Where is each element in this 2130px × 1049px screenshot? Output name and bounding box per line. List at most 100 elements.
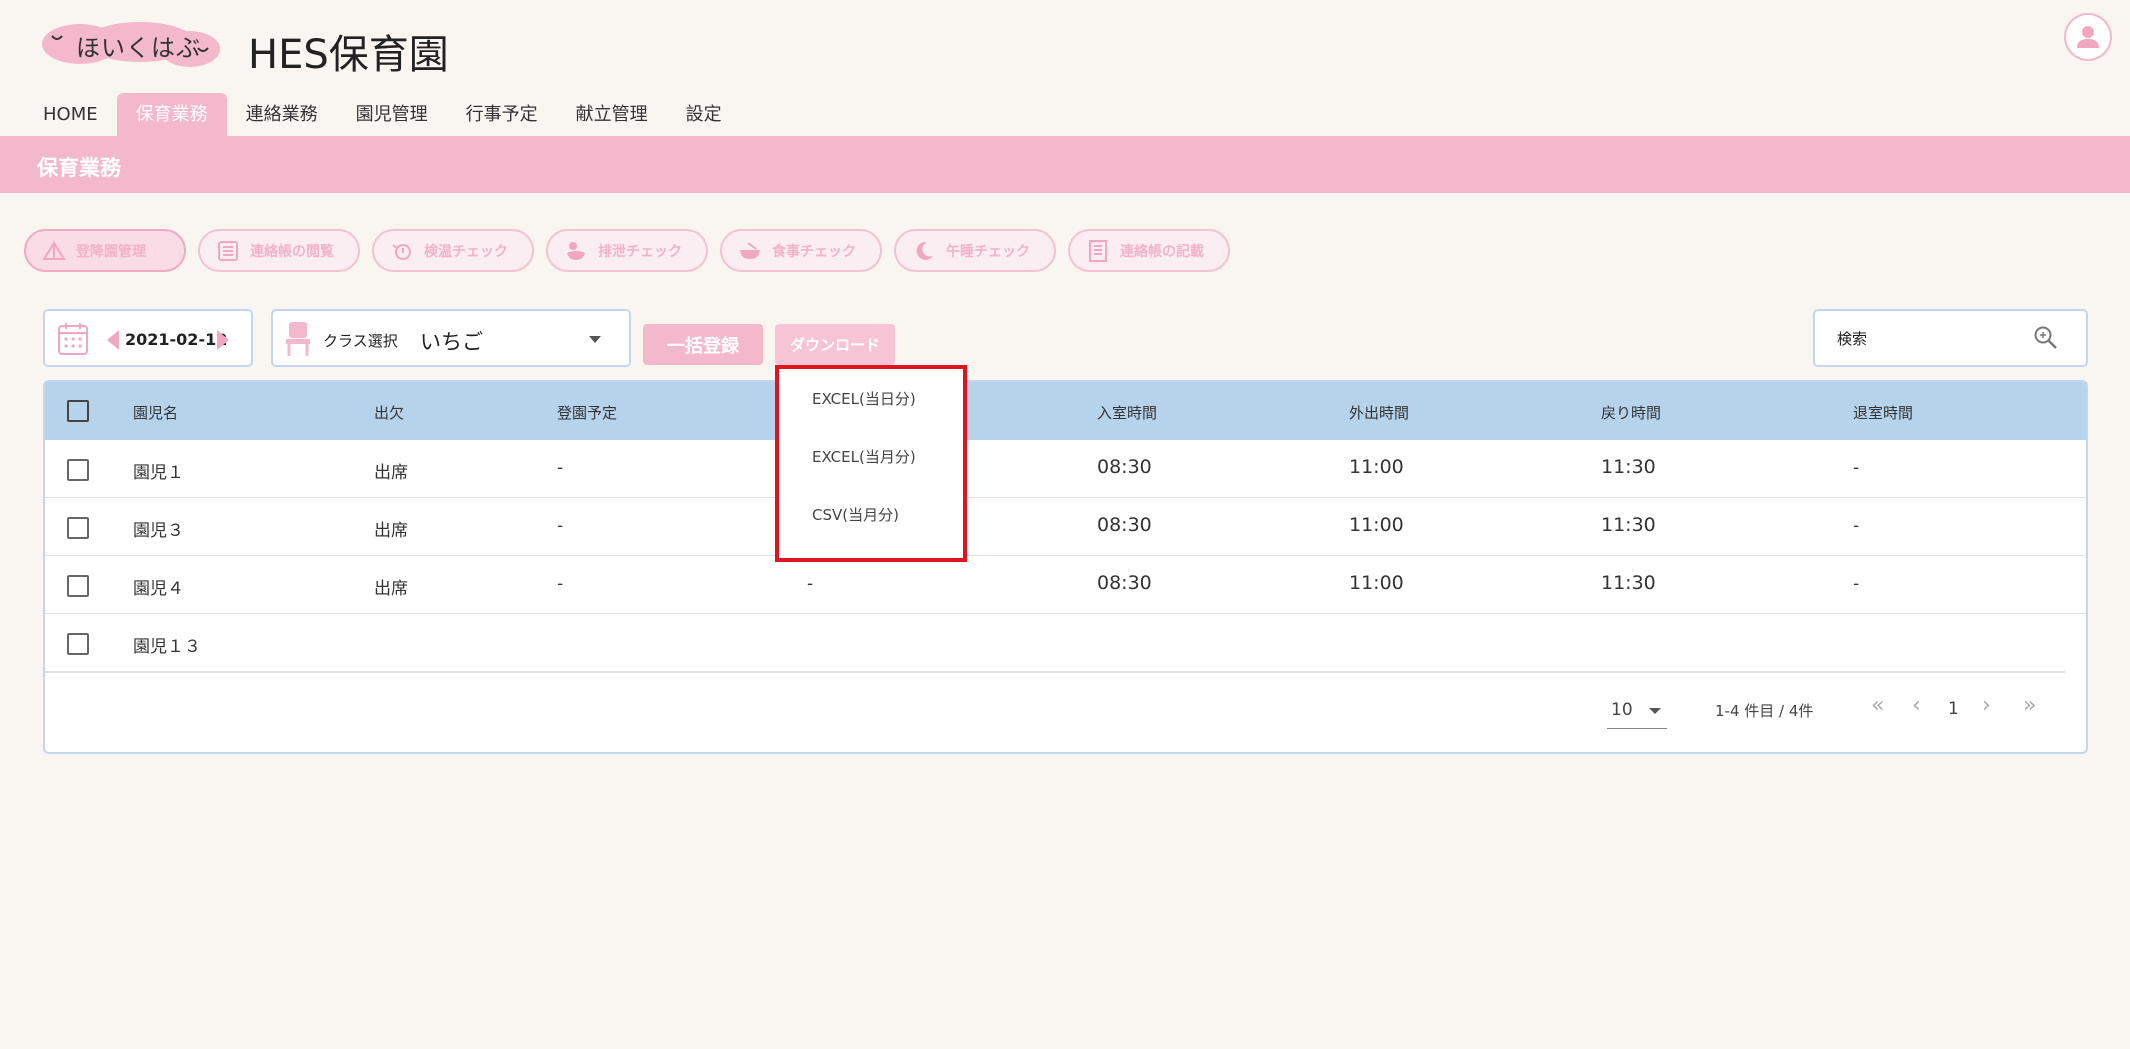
cell-leave-time: - (1853, 458, 1860, 478)
class-select[interactable]: クラス選択 いちご (271, 309, 631, 367)
next-page-icon[interactable]: › (1982, 693, 1991, 718)
pill-label: 排泄チェック (598, 243, 682, 260)
date-picker: 2021-02-12 (43, 309, 253, 367)
col-header-name[interactable]: 園児名 (133, 402, 178, 423)
download-button[interactable]: ダウンロード (775, 324, 895, 365)
search-input[interactable] (1837, 327, 2027, 351)
cell-entry-time: 08:30 (1097, 572, 1152, 594)
cell-return-time: 11:30 (1601, 514, 1656, 536)
main-nav: HOME 保育業務 連絡業務 園児管理 行事予定 献立管理 設定 (24, 93, 741, 136)
col-header-out-time[interactable]: 外出時間 (1349, 402, 1409, 423)
pill-label: 登降園管理 (76, 243, 146, 260)
table-header: 園児名 出欠 登園予定 入室時間 外出時間 戻り時間 退室時間 (45, 382, 2086, 440)
download-excel-month[interactable]: EXCEL(当月分) (779, 427, 963, 485)
section-header: 保育業務 (0, 136, 2130, 193)
table-row[interactable]: 園児４ 出席 - - 08:30 11:00 11:30 - (45, 556, 2086, 614)
search-field (1813, 309, 2088, 367)
search-icon[interactable] (2033, 325, 2059, 351)
select-all-checkbox[interactable] (67, 400, 89, 422)
rows-per-page-value: 10 (1611, 700, 1633, 720)
nav-tab-menu[interactable]: 献立管理 (557, 93, 667, 136)
nav-tab-contact[interactable]: 連絡業務 (227, 93, 337, 136)
list-icon (218, 240, 238, 261)
user-avatar-button[interactable] (2064, 13, 2112, 61)
row-checkbox[interactable] (67, 517, 89, 539)
rows-per-page-select[interactable]: 10 (1607, 697, 1667, 729)
nav-tab-childcare[interactable]: 保育業務 (116, 93, 227, 136)
chevron-down-icon (589, 336, 601, 343)
table-row[interactable]: 園児１ 出席 - 08:30 11:00 11:30 - (45, 440, 2086, 498)
nav-tab-children[interactable]: 園児管理 (337, 93, 447, 136)
section-title: 保育業務 (37, 156, 121, 180)
download-csv-month[interactable]: CSV(当月分) (779, 485, 963, 543)
col-header-return-time[interactable]: 戻り時間 (1601, 402, 1661, 423)
calendar-icon[interactable] (57, 322, 89, 356)
cell-name: 園児１ (133, 463, 184, 483)
last-page-icon[interactable]: » (2023, 693, 2036, 718)
col-header-entry-time[interactable]: 入室時間 (1097, 402, 1157, 423)
tent-icon (42, 240, 66, 260)
row-checkbox[interactable] (67, 459, 89, 481)
nav-tab-home[interactable]: HOME (24, 93, 117, 136)
duck-icon (567, 241, 585, 260)
next-date-arrow-icon[interactable] (217, 330, 229, 350)
cell-scheduled: - (557, 458, 564, 478)
cell-attendance: 出席 (374, 463, 408, 483)
col-header-leave-time[interactable]: 退室時間 (1853, 402, 1913, 423)
prev-date-arrow-icon[interactable] (107, 330, 119, 350)
notebook-icon (1089, 239, 1107, 262)
cell-out-time: 11:00 (1349, 514, 1404, 536)
pill-label: 連絡帳の閲覧 (250, 243, 334, 260)
bulk-register-button[interactable]: 一括登録 (643, 324, 763, 365)
thermometer-icon (392, 243, 411, 260)
menu-item-label: EXCEL(当月分) (812, 448, 916, 466)
cell-attendance: 出席 (374, 521, 408, 541)
current-page: 1 (1948, 699, 1959, 719)
logo: ほいくはぶ (40, 22, 222, 68)
attendance-management-button[interactable]: 登降園管理 (24, 229, 186, 272)
cell-name: 園児３ (133, 521, 184, 541)
col-header-attendance[interactable]: 出欠 (374, 402, 404, 423)
first-page-icon[interactable]: « (1871, 693, 1884, 718)
download-excel-today[interactable]: EXCEL(当日分) (779, 369, 963, 427)
row-checkbox[interactable] (67, 575, 89, 597)
pill-label: 食事チェック (772, 243, 856, 260)
moon-icon (916, 241, 933, 260)
table-row[interactable]: 園児１３ (45, 614, 2065, 672)
prev-page-icon[interactable]: ‹ (1912, 693, 1921, 718)
pagination-range: 1-4 件目 / 4件 (1715, 702, 1814, 720)
menu-item-label: EXCEL(当日分) (812, 390, 916, 408)
chair-icon (286, 322, 310, 356)
nav-tab-settings[interactable]: 設定 (667, 93, 741, 136)
children-table: 園児名 出欠 登園予定 入室時間 外出時間 戻り時間 退室時間 園児１ 出席 -… (43, 380, 2088, 754)
row-checkbox[interactable] (67, 633, 89, 655)
bowl-icon (740, 241, 760, 259)
cell-leave-time: - (1853, 574, 1860, 594)
write-notebook-button[interactable]: 連絡帳の記載 (1068, 229, 1230, 272)
cell-return-time: 11:30 (1601, 456, 1656, 478)
cell-entry-time: 08:30 (1097, 514, 1152, 536)
class-select-label: クラス選択 (323, 332, 398, 350)
cell-name: 園児１３ (133, 637, 201, 657)
meal-check-button[interactable]: 食事チェック (720, 229, 882, 272)
user-icon (2077, 26, 2099, 48)
cell-scheduled: - (557, 574, 564, 594)
view-notebook-button[interactable]: 連絡帳の閲覧 (198, 229, 360, 272)
cell-leave-time: - (1853, 516, 1860, 536)
cell-name: 園児４ (133, 579, 184, 599)
col-header-scheduled[interactable]: 登園予定 (557, 402, 617, 423)
cell-attendance: 出席 (374, 579, 408, 599)
logo-text: ほいくはぶ (76, 34, 201, 62)
chevron-down-icon (1649, 708, 1661, 714)
nav-tab-events[interactable]: 行事予定 (447, 93, 557, 136)
cell-out-time: 11:00 (1349, 572, 1404, 594)
nap-check-button[interactable]: 午睡チェック (894, 229, 1056, 272)
class-select-value: いちご (420, 330, 483, 354)
temperature-check-button[interactable]: 検温チェック (372, 229, 534, 272)
download-menu: EXCEL(当日分) EXCEL(当月分) CSV(当月分) (775, 365, 967, 562)
table-row[interactable]: 園児３ 出席 - 08:30 11:00 11:30 - (45, 498, 2086, 556)
toilet-check-button[interactable]: 排泄チェック (546, 229, 708, 272)
pill-label: 午睡チェック (946, 243, 1030, 260)
cell-scheduled: - (557, 516, 564, 536)
cell-col4: - (807, 574, 814, 594)
